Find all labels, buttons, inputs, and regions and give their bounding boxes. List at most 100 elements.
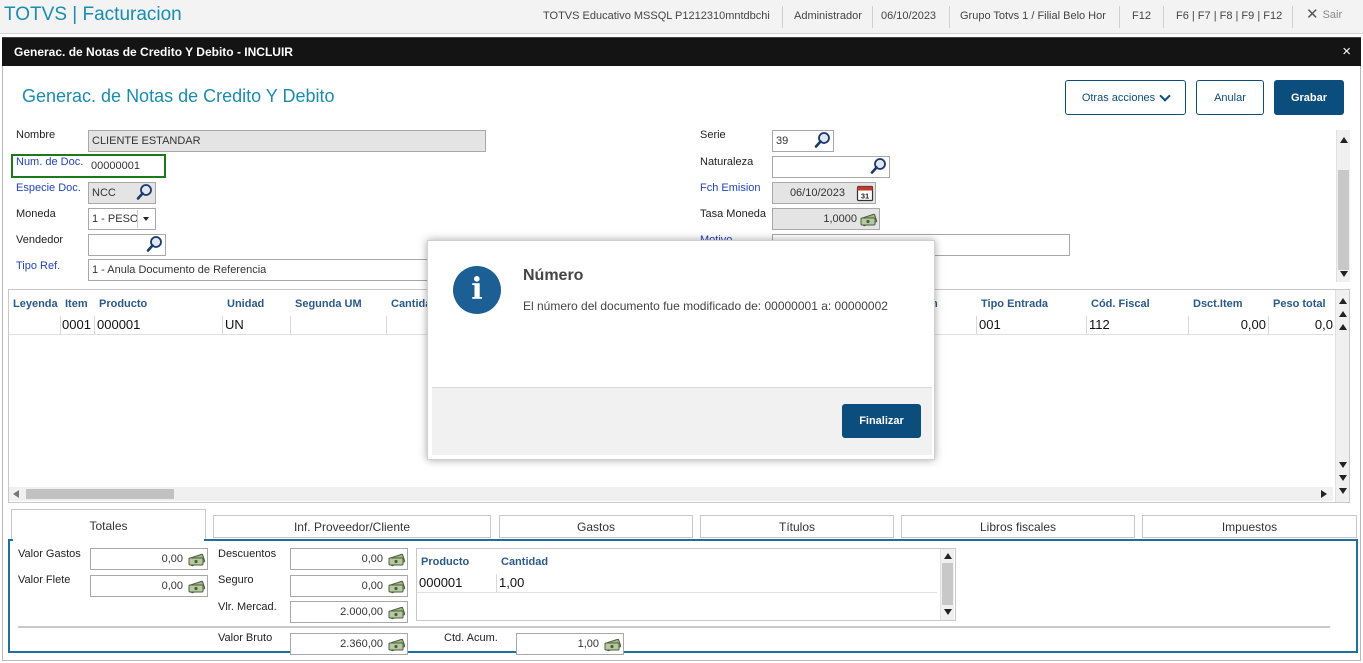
search-icon[interactable]: [870, 157, 888, 175]
valor-flete-value: 0,00: [161, 580, 183, 592]
moneda-dropdown-button[interactable]: [137, 210, 154, 228]
separator: [782, 6, 783, 28]
tab-impuestos[interactable]: Impuestos: [1142, 515, 1357, 538]
fch-emision-value: 06/10/2023: [789, 187, 845, 199]
money-icon[interactable]: [388, 578, 406, 594]
nombre-field[interactable]: CLIENTE ESTANDAR: [88, 130, 486, 152]
grid-header[interactable]: Segunda UM: [295, 298, 362, 310]
ctd-acum-label: Ctd. Acum.: [444, 632, 498, 644]
f12-shortcut[interactable]: F12: [1132, 10, 1151, 22]
grid-header[interactable]: Tipo Entrada: [981, 298, 1048, 310]
scroll-bottom-icon[interactable]: [1339, 488, 1347, 494]
scroll-right-icon[interactable]: [1321, 490, 1327, 498]
descuentos-label: Descuentos: [218, 548, 277, 560]
scroll-thumb[interactable]: [1338, 170, 1349, 270]
svg-text:31: 31: [861, 192, 869, 201]
scroll-up-icon[interactable]: [1339, 311, 1347, 317]
top-bar: TOTVS | Facturacion TOTVS Educativo MSSQ…: [0, 0, 1363, 34]
grid-header[interactable]: Dsct.Item: [1193, 298, 1243, 310]
money-icon[interactable]: [604, 636, 622, 652]
nombre-label: Nombre: [16, 129, 56, 141]
valor-gastos-value: 0,00: [161, 553, 183, 565]
branch-label[interactable]: Grupo Totvs 1 / Filial Belo Hor: [960, 10, 1106, 22]
money-icon[interactable]: [388, 636, 406, 652]
grid-cell-tipo-entrada[interactable]: 001: [979, 317, 1001, 332]
grid-header[interactable]: Cód. Fiscal: [1091, 298, 1150, 310]
mini-grid-scrollbar[interactable]: [940, 549, 954, 620]
grid-cell-separator: [60, 316, 61, 334]
scroll-thumb[interactable]: [942, 563, 953, 605]
money-icon[interactable]: [188, 551, 206, 567]
cancel-button[interactable]: Anular: [1196, 80, 1264, 115]
grid-header[interactable]: Leyenda: [13, 298, 58, 310]
table-row[interactable]: [417, 574, 937, 593]
scroll-thumb[interactable]: [26, 489, 174, 499]
grid-cell-unidad[interactable]: UN: [225, 317, 244, 332]
scroll-left-icon[interactable]: [13, 490, 19, 498]
money-icon[interactable]: [188, 578, 206, 594]
scroll-top-icon[interactable]: [1339, 298, 1347, 304]
grid-cell-item[interactable]: 0001: [62, 317, 91, 332]
grid-header[interactable]: Item: [65, 298, 88, 310]
form-scrollbar[interactable]: [1336, 130, 1350, 282]
scroll-down-icon[interactable]: [1339, 475, 1347, 481]
grid-cell-cod-fiscal[interactable]: 112: [1089, 317, 1110, 332]
money-icon[interactable]: [860, 211, 878, 227]
grid-cell-dsct-item[interactable]: 0,00: [1191, 317, 1266, 332]
grid-header[interactable]: Producto: [421, 556, 469, 568]
grid-cell-separator: [222, 316, 223, 334]
search-icon[interactable]: [146, 235, 164, 253]
grid-cell-separator: [94, 316, 95, 334]
user-label[interactable]: Administrador: [794, 10, 862, 22]
num-doc-field[interactable]: 00000001: [88, 156, 164, 178]
grid-cell-producto[interactable]: 000001: [97, 317, 140, 332]
descuentos-value: 0,00: [361, 553, 383, 565]
especie-doc-label: Especie Doc.: [16, 182, 81, 194]
valor-gastos-label: Valor Gastos: [18, 548, 81, 560]
finalizar-button[interactable]: Finalizar: [842, 404, 921, 438]
grid-header[interactable]: Producto: [99, 298, 147, 310]
save-button[interactable]: Grabar: [1274, 80, 1344, 115]
window-title-bar: Generac. de Notas de Credito Y Debito - …: [2, 37, 1361, 66]
calendar-icon[interactable]: 31: [856, 184, 874, 202]
grid-cell-producto[interactable]: 000001: [419, 575, 462, 590]
grid-vertical-scrollbar[interactable]: [1335, 290, 1349, 502]
close-icon: ✕: [1306, 6, 1319, 23]
search-icon[interactable]: [814, 131, 832, 149]
scroll-up-icon[interactable]: [944, 553, 952, 559]
grid-header[interactable]: Unidad: [227, 298, 264, 310]
scroll-up-icon[interactable]: [1340, 137, 1348, 143]
info-icon-glyph: i: [471, 272, 483, 307]
grid-header[interactable]: Cantidad: [501, 556, 548, 568]
grid-horizontal-scrollbar[interactable]: [9, 487, 1333, 501]
grid-cell-separator: [1268, 316, 1269, 334]
scroll-down-icon[interactable]: [944, 609, 952, 615]
grid-cell-peso-total[interactable]: 0,0: [1271, 317, 1333, 332]
totals-product-grid: Producto Cantidad 000001 1,00: [416, 548, 956, 621]
info-icon: i: [453, 266, 501, 314]
separator: [949, 6, 950, 28]
tab-gastos[interactable]: Gastos: [499, 515, 693, 538]
window-title: Generac. de Notas de Credito Y Debito - …: [14, 45, 293, 59]
money-icon[interactable]: [388, 604, 406, 620]
grid-header[interactable]: Cantida: [391, 298, 431, 310]
search-icon[interactable]: [136, 183, 154, 201]
window-close-button[interactable]: ×: [1342, 43, 1351, 60]
date-label[interactable]: 06/10/2023: [881, 10, 936, 22]
money-icon[interactable]: [388, 551, 406, 567]
tasa-moneda-value: 1,0000: [823, 213, 857, 225]
tipo-ref-select[interactable]: 1 - Anula Documento de Referencia: [88, 259, 433, 281]
scroll-down-icon[interactable]: [1340, 271, 1348, 277]
scroll-page-down-icon[interactable]: [1339, 462, 1347, 468]
tab-libros-fiscales[interactable]: Libros fiscales: [901, 515, 1135, 538]
scroll-page-up-icon[interactable]: [1339, 324, 1347, 330]
grid-cell-cantidad[interactable]: 1,00: [499, 575, 524, 590]
especie-doc-value: NCC: [92, 187, 116, 199]
tab-inf-proveedor-cliente[interactable]: Inf. Proveedor/Cliente: [213, 515, 491, 538]
seguro-value: 0,00: [361, 580, 383, 592]
function-keys-shortcut[interactable]: F6 | F7 | F8 | F9 | F12: [1176, 10, 1282, 22]
tab-titulos[interactable]: Títulos: [700, 515, 894, 538]
other-actions-button[interactable]: Otras acciones: [1065, 80, 1186, 115]
grid-header[interactable]: Peso total: [1273, 298, 1326, 310]
exit-button[interactable]: ✕ Sair: [1306, 6, 1342, 23]
